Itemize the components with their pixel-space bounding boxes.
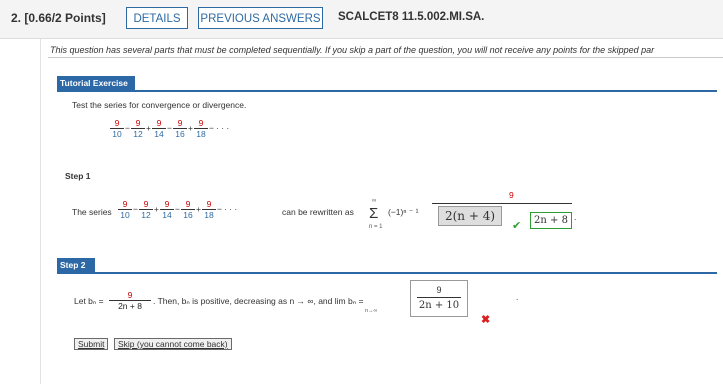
series-term: 9 16 [181, 199, 195, 220]
term-numerator: 9 [110, 118, 124, 129]
series-operator: − [133, 204, 138, 214]
term-numerator: 9 [131, 118, 145, 129]
summation-icon: Σ [369, 205, 379, 222]
term-denominator: 12 [133, 129, 143, 139]
question-header-bar: 2. [0.66/2 Points] DETAILS PREVIOUS ANSW… [0, 0, 723, 39]
series-ellipsis: · · · [224, 204, 238, 214]
term-numerator: 9 [160, 199, 174, 210]
sigma-upper-limit: ∞ [372, 198, 377, 204]
series-term: 9 10 [118, 199, 132, 220]
series-prefix: The series [72, 207, 112, 217]
term-numerator: 9 [173, 118, 187, 129]
term-numerator: 9 [118, 199, 132, 210]
bn-fraction: 9 2n + 8 [109, 290, 151, 311]
instruction-text: Test the series for convergence or diver… [72, 100, 247, 110]
problem-code: SCALCET8 11.5.002.MI.SA. [338, 11, 485, 23]
step2-rule [57, 272, 717, 274]
fraction-bar [432, 203, 572, 204]
series-term: 9 10 [110, 118, 124, 139]
series-operator: − [217, 204, 222, 214]
fraction-numerator: 9 [509, 190, 514, 200]
tutorial-rule [57, 90, 717, 92]
sigma-lower-limit: n = 1 [369, 224, 383, 230]
let-bn-text: Let bₙ = [74, 296, 104, 306]
series-operator: − [209, 123, 214, 133]
term-denominator: 18 [196, 129, 206, 139]
trailing-punctuation-step2: . [516, 292, 519, 302]
series-term: 9 12 [139, 199, 153, 220]
term-numerator: 9 [194, 118, 208, 129]
divider [48, 57, 723, 58]
term-denominator: 14 [154, 129, 164, 139]
series-operator: + [154, 204, 159, 214]
correct-check-icon: ✔ [512, 220, 522, 232]
then-text: . Then, bₙ is positive, decreasing as n … [153, 296, 364, 306]
limit-answer-denominator: 2n + 10 [418, 300, 460, 311]
step1-label: Step 1 [65, 171, 91, 181]
series-operator: − [175, 204, 180, 214]
series-term: 9 18 [194, 118, 208, 139]
series-term: 9 14 [152, 118, 166, 139]
tutorial-exercise-tab: Tutorial Exercise [57, 76, 135, 91]
step2-tab: Step 2 [57, 258, 95, 273]
question-points-label: 2. [0.66/2 Points] [11, 11, 106, 25]
submit-button[interactable]: Submit [74, 338, 109, 350]
left-gutter [0, 0, 41, 384]
term-denominator: 18 [204, 210, 214, 220]
series-term: 9 18 [202, 199, 216, 220]
term-numerator: 9 [202, 199, 216, 210]
term-numerator: 9 [152, 118, 166, 129]
details-button[interactable]: DETAILS [126, 7, 188, 29]
previous-answers-button[interactable]: PREVIOUS ANSWERS [198, 7, 323, 29]
series-operator: − [167, 123, 172, 133]
series-ellipsis: · · · [216, 123, 230, 133]
bn-denominator: 2n + 8 [118, 301, 142, 311]
incorrect-x-icon: ✖ [481, 314, 491, 326]
term-denominator: 14 [162, 210, 172, 220]
series-term: 9 14 [160, 199, 174, 220]
series-term: 9 12 [131, 118, 145, 139]
alternating-factor: (−1)ⁿ ⁻ ¹ [388, 207, 419, 217]
limit-answer-fraction-bar [417, 297, 461, 298]
series-operator: + [188, 123, 193, 133]
term-numerator: 9 [181, 199, 195, 210]
term-denominator: 12 [141, 210, 151, 220]
series-operator: + [196, 204, 201, 214]
term-numerator: 9 [139, 199, 153, 210]
limit-subscript: n→∞ [365, 308, 378, 314]
series-operator: − [125, 123, 130, 133]
trailing-punctuation: . [574, 212, 577, 222]
limit-answer-input[interactable]: 9 2n + 10 [410, 280, 468, 317]
rewritten-text: can be rewritten as [282, 207, 354, 217]
series-term: 9 16 [173, 118, 187, 139]
term-denominator: 16 [175, 129, 185, 139]
skip-button[interactable]: Skip (you cannot come back) [114, 338, 232, 350]
correct-answer-box: 2n + 8 [530, 212, 572, 229]
term-denominator: 10 [112, 129, 122, 139]
limit-answer-numerator: 9 [436, 285, 442, 295]
answer-input-denominator[interactable]: 2(n + 4) [438, 206, 502, 226]
bn-numerator: 9 [109, 290, 151, 301]
sequential-notice: This question has several parts that mus… [50, 45, 655, 55]
term-denominator: 16 [183, 210, 193, 220]
term-denominator: 10 [120, 210, 130, 220]
series-operator: + [146, 123, 151, 133]
